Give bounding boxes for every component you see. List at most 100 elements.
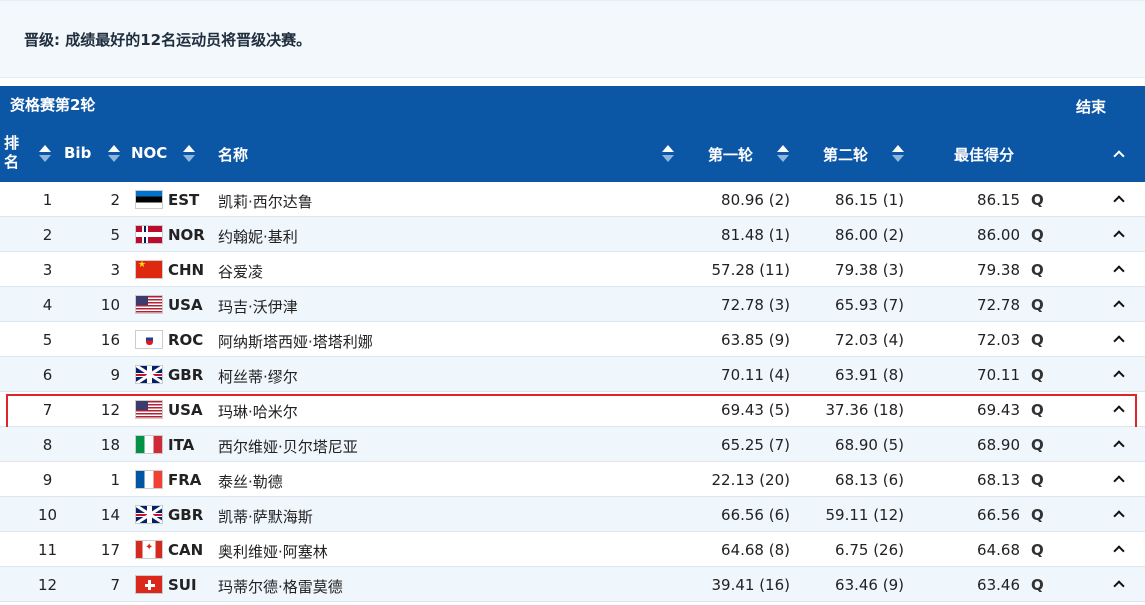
expand-row-icon[interactable] (1113, 403, 1124, 414)
qualified-badge: Q (1031, 576, 1044, 594)
best-score-cell: 70.11 (977, 366, 1020, 384)
qualification-notice-text: 晋级: 成绩最好的12名运动员将晋级决赛。 (24, 31, 312, 49)
table-row[interactable]: 9 1 FRA 泰丝·勒德 22.13 (20) 68.13 (6) 68.13 Q (0, 462, 1145, 497)
rank-cell: 11 (37, 541, 58, 559)
athlete-name-cell[interactable]: 玛蒂尔德·格雷莫德 (218, 576, 343, 597)
results-table-header: 资格赛第2轮 结束 排名 Bib NOC 名称 第一轮 第二轮 最佳得分 (0, 86, 1145, 182)
table-row[interactable]: 7 12 USA 玛琳·哈米尔 69.43 (5) 37.36 (18) 69.43 Q (0, 392, 1145, 430)
best-score-cell: 66.56 (977, 506, 1020, 524)
noc-cell: NOR (168, 226, 205, 244)
best-score-cell: 86.00 (977, 226, 1020, 244)
sort-name-icon[interactable] (662, 145, 674, 163)
table-row[interactable]: 8 18 ITA 西尔维娅·贝尔塔尼亚 65.25 (7) 68.90 (5) 68.90 Q (0, 427, 1145, 462)
expand-row-icon[interactable] (1113, 368, 1124, 379)
bib-cell: 18 (100, 436, 120, 454)
athlete-name-cell[interactable]: 谷爱凌 (218, 261, 263, 282)
qualified-badge: Q (1031, 506, 1044, 524)
table-row[interactable]: 2 5 NOR 约翰妮·基利 81.48 (1) 86.00 (2) 86.00 Q (0, 217, 1145, 252)
sort-noc-icon[interactable] (183, 145, 195, 163)
run2-score-cell: 68.90 (5) (835, 436, 904, 454)
table-row[interactable]: 1117CAN奥利维娅·阿塞林64.68 (8)6.75 (26)64.68Q (0, 532, 1145, 567)
best-score-cell: 63.46 (977, 576, 1020, 594)
rank-cell: 9 (42, 471, 53, 489)
noc-cell: SUI (168, 576, 197, 594)
table-row[interactable]: 33CHN谷爱凌57.28 (11)79.38 (3)79.38Q (0, 252, 1145, 287)
bib-cell: 16 (100, 331, 120, 349)
expand-row-icon[interactable] (1113, 578, 1124, 589)
rank-cell: 1 (42, 191, 53, 209)
column-header-run2[interactable]: 第二轮 (823, 144, 868, 165)
expand-row-icon[interactable] (1113, 193, 1124, 204)
bib-cell: 14 (100, 506, 120, 524)
expand-row-icon[interactable] (1113, 543, 1124, 554)
run2-score-cell: 37.36 (18) (825, 401, 904, 419)
run2-score-cell: 6.75 (26) (835, 541, 904, 559)
country-flag-icon (135, 470, 163, 489)
expand-row-icon[interactable] (1113, 298, 1124, 309)
bib-cell: 10 (100, 296, 120, 314)
rank-cell: 7 (42, 401, 53, 419)
column-header-run1[interactable]: 第一轮 (708, 144, 753, 165)
noc-cell: FRA (168, 471, 202, 489)
expand-row-icon[interactable] (1113, 473, 1124, 484)
table-row[interactable]: 10 14 GBR 凯蒂·萨默海斯 66.56 (6) 59.11 (12) 66.56 Q (0, 497, 1145, 532)
sort-run1-icon[interactable] (777, 145, 789, 163)
run2-score-cell: 65.93 (7) (835, 296, 904, 314)
qualified-badge: Q (1031, 541, 1044, 559)
athlete-name-cell[interactable]: 奥利维娅·阿塞林 (218, 541, 328, 562)
qualified-badge: Q (1031, 261, 1044, 279)
run2-score-cell: 86.00 (2) (835, 226, 904, 244)
qualification-notice: 晋级: 成绩最好的12名运动员将晋级决赛。 (0, 0, 1145, 78)
bib-cell: 9 (110, 366, 120, 384)
table-row[interactable]: 5 16 ROC 阿纳斯塔西娅·塔塔利娜 63.85 (9) 72.03 (4) 72.03… (0, 322, 1145, 357)
athlete-name-cell[interactable]: 凯蒂·萨默海斯 (218, 506, 313, 527)
qualified-badge: Q (1031, 296, 1044, 314)
rank-cell: 6 (42, 366, 53, 384)
country-flag-icon (135, 575, 163, 594)
noc-cell: GBR (168, 506, 204, 524)
athlete-name-cell[interactable]: 凯莉·西尔达鲁 (218, 191, 313, 212)
noc-cell: ROC (168, 331, 204, 349)
rank-cell: 3 (42, 261, 53, 279)
run2-score-cell: 86.15 (1) (835, 191, 904, 209)
expand-row-icon[interactable] (1113, 333, 1124, 344)
sort-bib-icon[interactable] (108, 145, 120, 163)
noc-cell: USA (168, 296, 203, 314)
column-header-name[interactable]: 名称 (218, 144, 248, 165)
column-header-noc[interactable]: NOC (131, 144, 167, 162)
table-row[interactable]: 1 2 EST 凯莉·西尔达鲁 80.96 (2) 86.15 (1) 86.15 Q (0, 182, 1145, 217)
sort-rank-icon[interactable] (39, 145, 51, 163)
collapse-all-icon[interactable] (1113, 148, 1124, 159)
column-header-rank[interactable]: 排名 (4, 134, 20, 172)
bib-cell: 5 (110, 226, 120, 244)
bib-cell: 12 (100, 401, 120, 419)
athlete-name-cell[interactable]: 泰丝·勒德 (218, 471, 283, 492)
athlete-name-cell[interactable]: 阿纳斯塔西娅·塔塔利娜 (218, 331, 373, 352)
athlete-name-cell[interactable]: 西尔维娅·贝尔塔尼亚 (218, 436, 358, 457)
column-header-bib[interactable]: Bib (64, 144, 91, 162)
athlete-name-cell[interactable]: 柯丝蒂·缪尔 (218, 366, 298, 387)
run2-score-cell: 72.03 (4) (835, 331, 904, 349)
athlete-name-cell[interactable]: 玛吉·沃伊津 (218, 296, 298, 317)
expand-row-icon[interactable] (1113, 438, 1124, 449)
run2-score-cell: 68.13 (6) (835, 471, 904, 489)
rank-cell: 10 (37, 506, 58, 524)
expand-row-icon[interactable] (1113, 508, 1124, 519)
column-header-best[interactable]: 最佳得分 (954, 144, 1014, 165)
qualified-badge: Q (1031, 226, 1044, 244)
country-flag-icon (135, 365, 163, 384)
bib-cell: 7 (110, 576, 120, 594)
expand-row-icon[interactable] (1113, 228, 1124, 239)
qualified-badge: Q (1031, 331, 1044, 349)
athlete-name-cell[interactable]: 玛琳·哈米尔 (218, 401, 298, 422)
country-flag-icon (135, 330, 163, 349)
results-table-body: 1 2 EST 凯莉·西尔达鲁 80.96 (2) 86.15 (1) 86.15 Q 2 5 NO… (0, 182, 1145, 602)
sort-run2-icon[interactable] (892, 145, 904, 163)
run2-score-cell: 79.38 (3) (835, 261, 904, 279)
expand-row-icon[interactable] (1113, 263, 1124, 274)
table-row[interactable]: 4 10 USA 玛吉·沃伊津 72.78 (3) 65.93 (7) 72.78 Q (0, 287, 1145, 322)
table-row[interactable]: 6 9 GBR 柯丝蒂·缪尔 70.11 (4) 63.91 (8) 70.11 Q (0, 357, 1145, 392)
athlete-name-cell[interactable]: 约翰妮·基利 (218, 226, 298, 247)
bib-cell: 3 (110, 261, 120, 279)
table-row[interactable]: 12 7 SUI 玛蒂尔德·格雷莫德 39.41 (16) 63.46 (9) 63.46 Q (0, 567, 1145, 602)
